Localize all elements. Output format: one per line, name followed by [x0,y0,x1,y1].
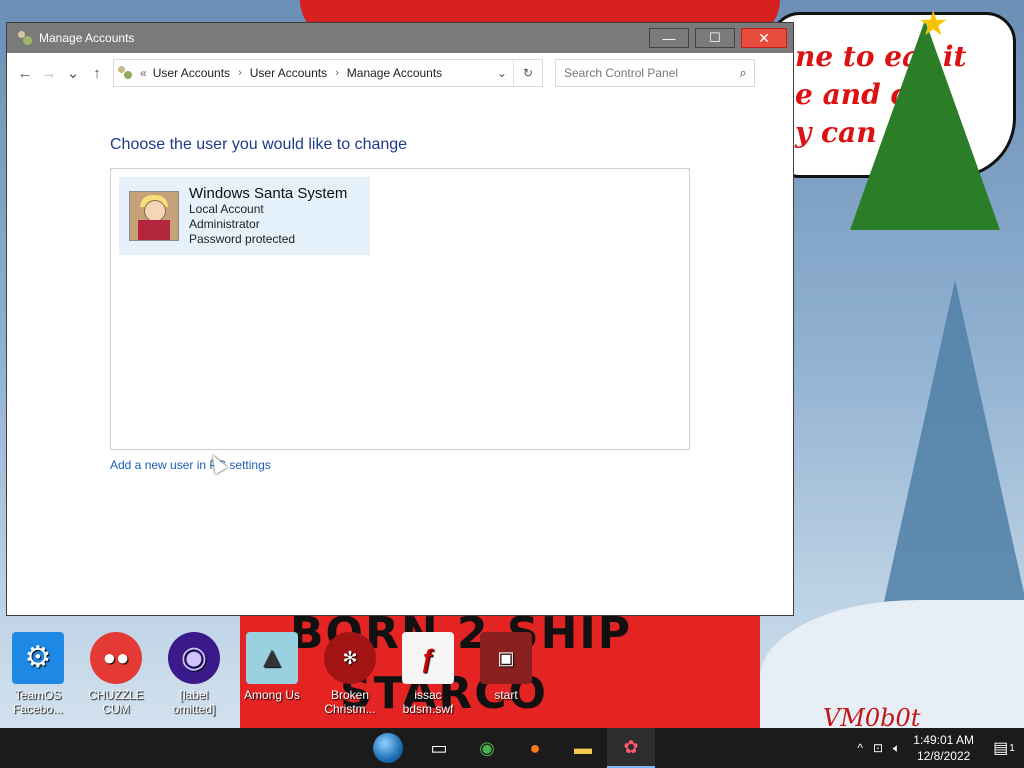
control-panel-icon [118,66,134,80]
desktop-icon-label: start [494,688,518,702]
account-tile[interactable]: Windows Santa System Local Account Admin… [119,177,370,255]
account-role: Administrator [189,217,260,231]
search-box[interactable]: ⌕ [555,59,755,87]
desktop-icon-chuzzle[interactable]: ●● CHUZZLE CUM [82,632,150,716]
flash-file-icon: ƒ [402,632,454,684]
desktop-icon-label: omitted] [172,702,216,716]
desktop-icon-label: Facebo... [12,702,64,716]
close-button[interactable]: ✕ [741,28,787,48]
desktop-icon-teamos[interactable]: ⚙ TeamOS Facebo... [4,632,72,716]
network-icon[interactable]: ⊡ [873,741,883,755]
breadcrumb-overflow-icon[interactable]: « [140,66,147,80]
user-accounts-icon [17,30,33,46]
account-security: Password protected [189,232,296,246]
start-app-icon: ▣ [480,632,532,684]
maximize-button[interactable]: ☐ [695,28,735,48]
breadcrumb-user-accounts-2[interactable]: User Accounts [250,66,327,80]
file-explorer-icon[interactable]: ▬ [559,728,607,768]
chrome-icon[interactable]: ◉ [463,728,511,768]
desktop-icon-label: TeamOS [14,688,62,702]
notification-center-button[interactable]: ▤ 1 [984,728,1024,768]
desktop-icon-label: bdsm.swf [402,702,454,716]
title-bar[interactable]: Manage Accounts — ☐ ✕ [7,23,793,53]
start-orb-icon [373,733,403,763]
firefox-icon[interactable]: ● [511,728,559,768]
accounts-list: Windows Santa System Local Account Admin… [110,168,690,450]
address-bar[interactable]: « User Accounts › User Accounts › Manage… [113,59,543,87]
minimize-button[interactable]: — [649,28,689,48]
control-panel-icon[interactable]: ✿ [607,728,655,768]
forward-button[interactable]: → [37,61,61,85]
window-title: Manage Accounts [39,31,135,45]
address-dropdown-icon[interactable]: ⌄ [491,60,514,86]
christmas-ornament-icon: ✻ [324,632,376,684]
desktop-icon-label: [label [179,688,209,702]
taskbar: ▭ ◉ ● ▬ ✿ ^ ⊡ 🔈︎ 1:49:01 AM 12/8/2022 ▤ … [0,728,1024,768]
breadcrumb-manage-accounts[interactable]: Manage Accounts [347,66,442,80]
tree-star-icon: ★ [918,5,949,43]
notification-count: 1 [1009,742,1015,754]
desktop-icon-start[interactable]: ▣ start [472,632,540,702]
desktop-icon-label: issac [414,688,442,702]
page-heading: Choose the user you would like to change [110,136,408,153]
clock-time: 1:49:01 AM [913,733,974,747]
add-user-link[interactable]: Add a new user in PC settings [110,458,271,472]
breadcrumb-separator-icon[interactable]: › [335,67,339,79]
refresh-button[interactable]: ↻ [514,66,542,80]
desktop-icon-among-us[interactable]: ▲ Among Us [238,632,306,702]
desktop-icon-label: Broken [330,688,370,702]
up-button[interactable]: ↑ [85,61,109,85]
christmas-tree-image [850,20,1000,230]
breadcrumb-separator-icon[interactable]: › [238,67,242,79]
volume-icon[interactable]: 🔈︎ [893,741,900,756]
system-tray: ^ ⊡ 🔈︎ 1:49:01 AM 12/8/2022 ▤ 1 [852,728,1024,768]
clock-date: 12/8/2022 [916,749,971,763]
notification-icon: ▤ [993,740,1009,757]
disc-icon: ◉ [168,632,220,684]
start-button[interactable] [370,728,406,768]
task-view-icon[interactable]: ▭ [415,728,463,768]
chuzzle-icon: ●● [90,632,142,684]
account-name: Windows Santa System [189,185,348,202]
clock[interactable]: 1:49:01 AM 12/8/2022 [913,732,974,764]
back-button[interactable]: ← [13,61,37,85]
desktop-icon-label: CUM [102,702,130,716]
desktop-icon-label: Christm... [324,702,376,716]
desktop-icon-label: Among Us [243,688,301,702]
desktop-icon-disc[interactable]: ◉ [label omitted] [160,632,228,716]
main-content: Choose the user you would like to change… [7,93,793,474]
show-hidden-icons-icon[interactable]: ^ [857,741,863,755]
pine-tree-silhouette [880,280,1024,620]
desktop-icon-swf-file[interactable]: ƒ issac bdsm.swf [394,632,462,716]
settings-gear-icon: ⚙ [12,632,64,684]
account-type: Local Account [189,202,264,216]
desktop-icon-broken-christmas[interactable]: ✻ Broken Christm... [316,632,384,716]
search-input[interactable] [556,65,732,81]
among-us-icon: ▲ [246,632,298,684]
desktop-icon-label: CHUZZLE [88,688,144,702]
manage-accounts-window: Manage Accounts — ☐ ✕ ← → ⌄ ↑ « User Acc… [6,22,794,616]
navigation-bar: ← → ⌄ ↑ « User Accounts › User Accounts … [7,53,793,93]
breadcrumb-user-accounts-1[interactable]: User Accounts [153,66,230,80]
search-icon[interactable]: ⌕ [732,65,754,81]
recent-locations-button[interactable]: ⌄ [61,61,85,85]
avatar [129,191,179,241]
